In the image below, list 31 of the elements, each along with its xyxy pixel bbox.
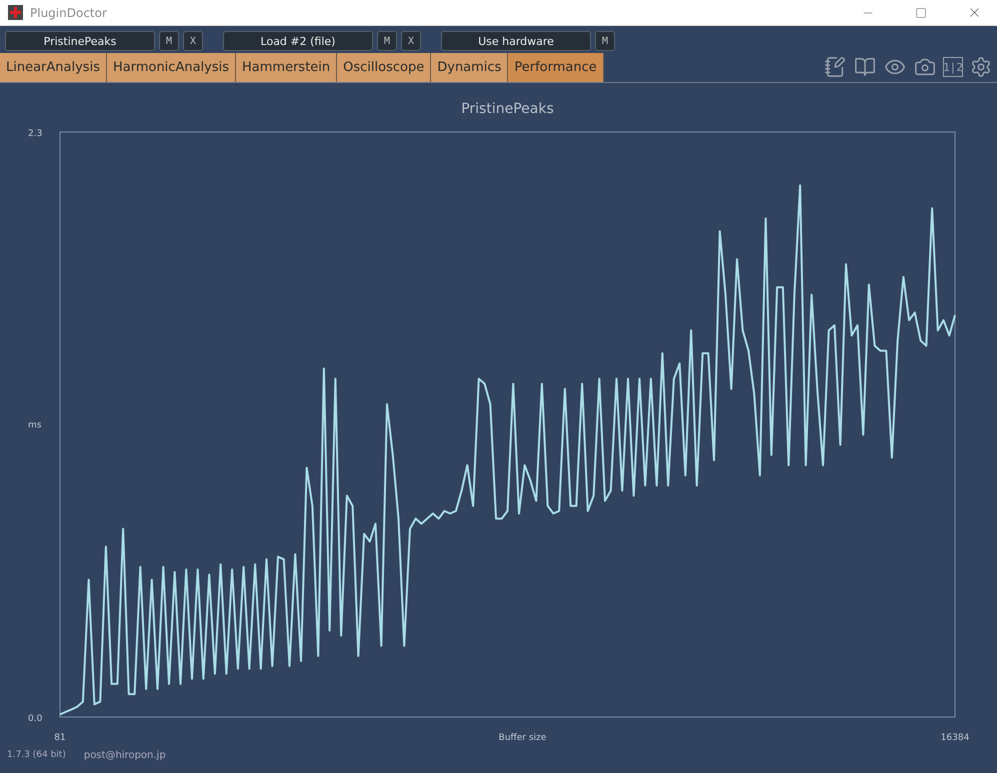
plugin-slot-button[interactable]: PristinePeaks [5, 31, 155, 51]
slot-option-button[interactable]: M [159, 31, 179, 51]
camera-icon[interactable] [914, 56, 936, 78]
y-tick-label: 0.0 [28, 714, 42, 724]
slot-option-button[interactable]: X [401, 31, 421, 51]
tab[interactable]: Dynamics [431, 53, 508, 82]
tab[interactable]: Performance [508, 53, 604, 82]
tab[interactable]: Oscilloscope [337, 53, 432, 82]
slot-option-button[interactable]: X [183, 31, 203, 51]
notepad-pen-icon[interactable] [824, 56, 846, 78]
app-logo-icon [8, 5, 23, 20]
slot-option-button[interactable]: M [595, 31, 615, 51]
book-icon[interactable] [854, 56, 876, 78]
plugin-slot-button[interactable]: Load #2 (file) [223, 31, 373, 51]
window-title: PluginDoctor [30, 6, 108, 20]
slot-option-button[interactable]: M [377, 31, 397, 51]
version-label: 1.7.3 (64 bit) [7, 750, 66, 760]
plugin-slot-button[interactable]: Use hardware [441, 31, 591, 51]
split-view-button[interactable]: 1|2 [943, 57, 963, 77]
x-tick-label: 16384 [940, 733, 970, 743]
tab[interactable]: HarmonicAnalysis [106, 53, 236, 82]
maximize-icon[interactable] [915, 6, 927, 18]
y-tick-label: 2.3 [28, 129, 42, 139]
x-axis-label: Buffer size [498, 733, 546, 743]
contact-email: post@hiropon.jp [84, 750, 166, 760]
tab[interactable]: Hammerstein [236, 53, 338, 82]
tab[interactable]: LinearAnalysis [0, 53, 107, 82]
y-axis-label: ms [28, 420, 42, 430]
chart-title: PristinePeaks [461, 101, 554, 117]
x-tick-label: 81 [54, 733, 66, 743]
settings-icon[interactable] [970, 56, 992, 78]
